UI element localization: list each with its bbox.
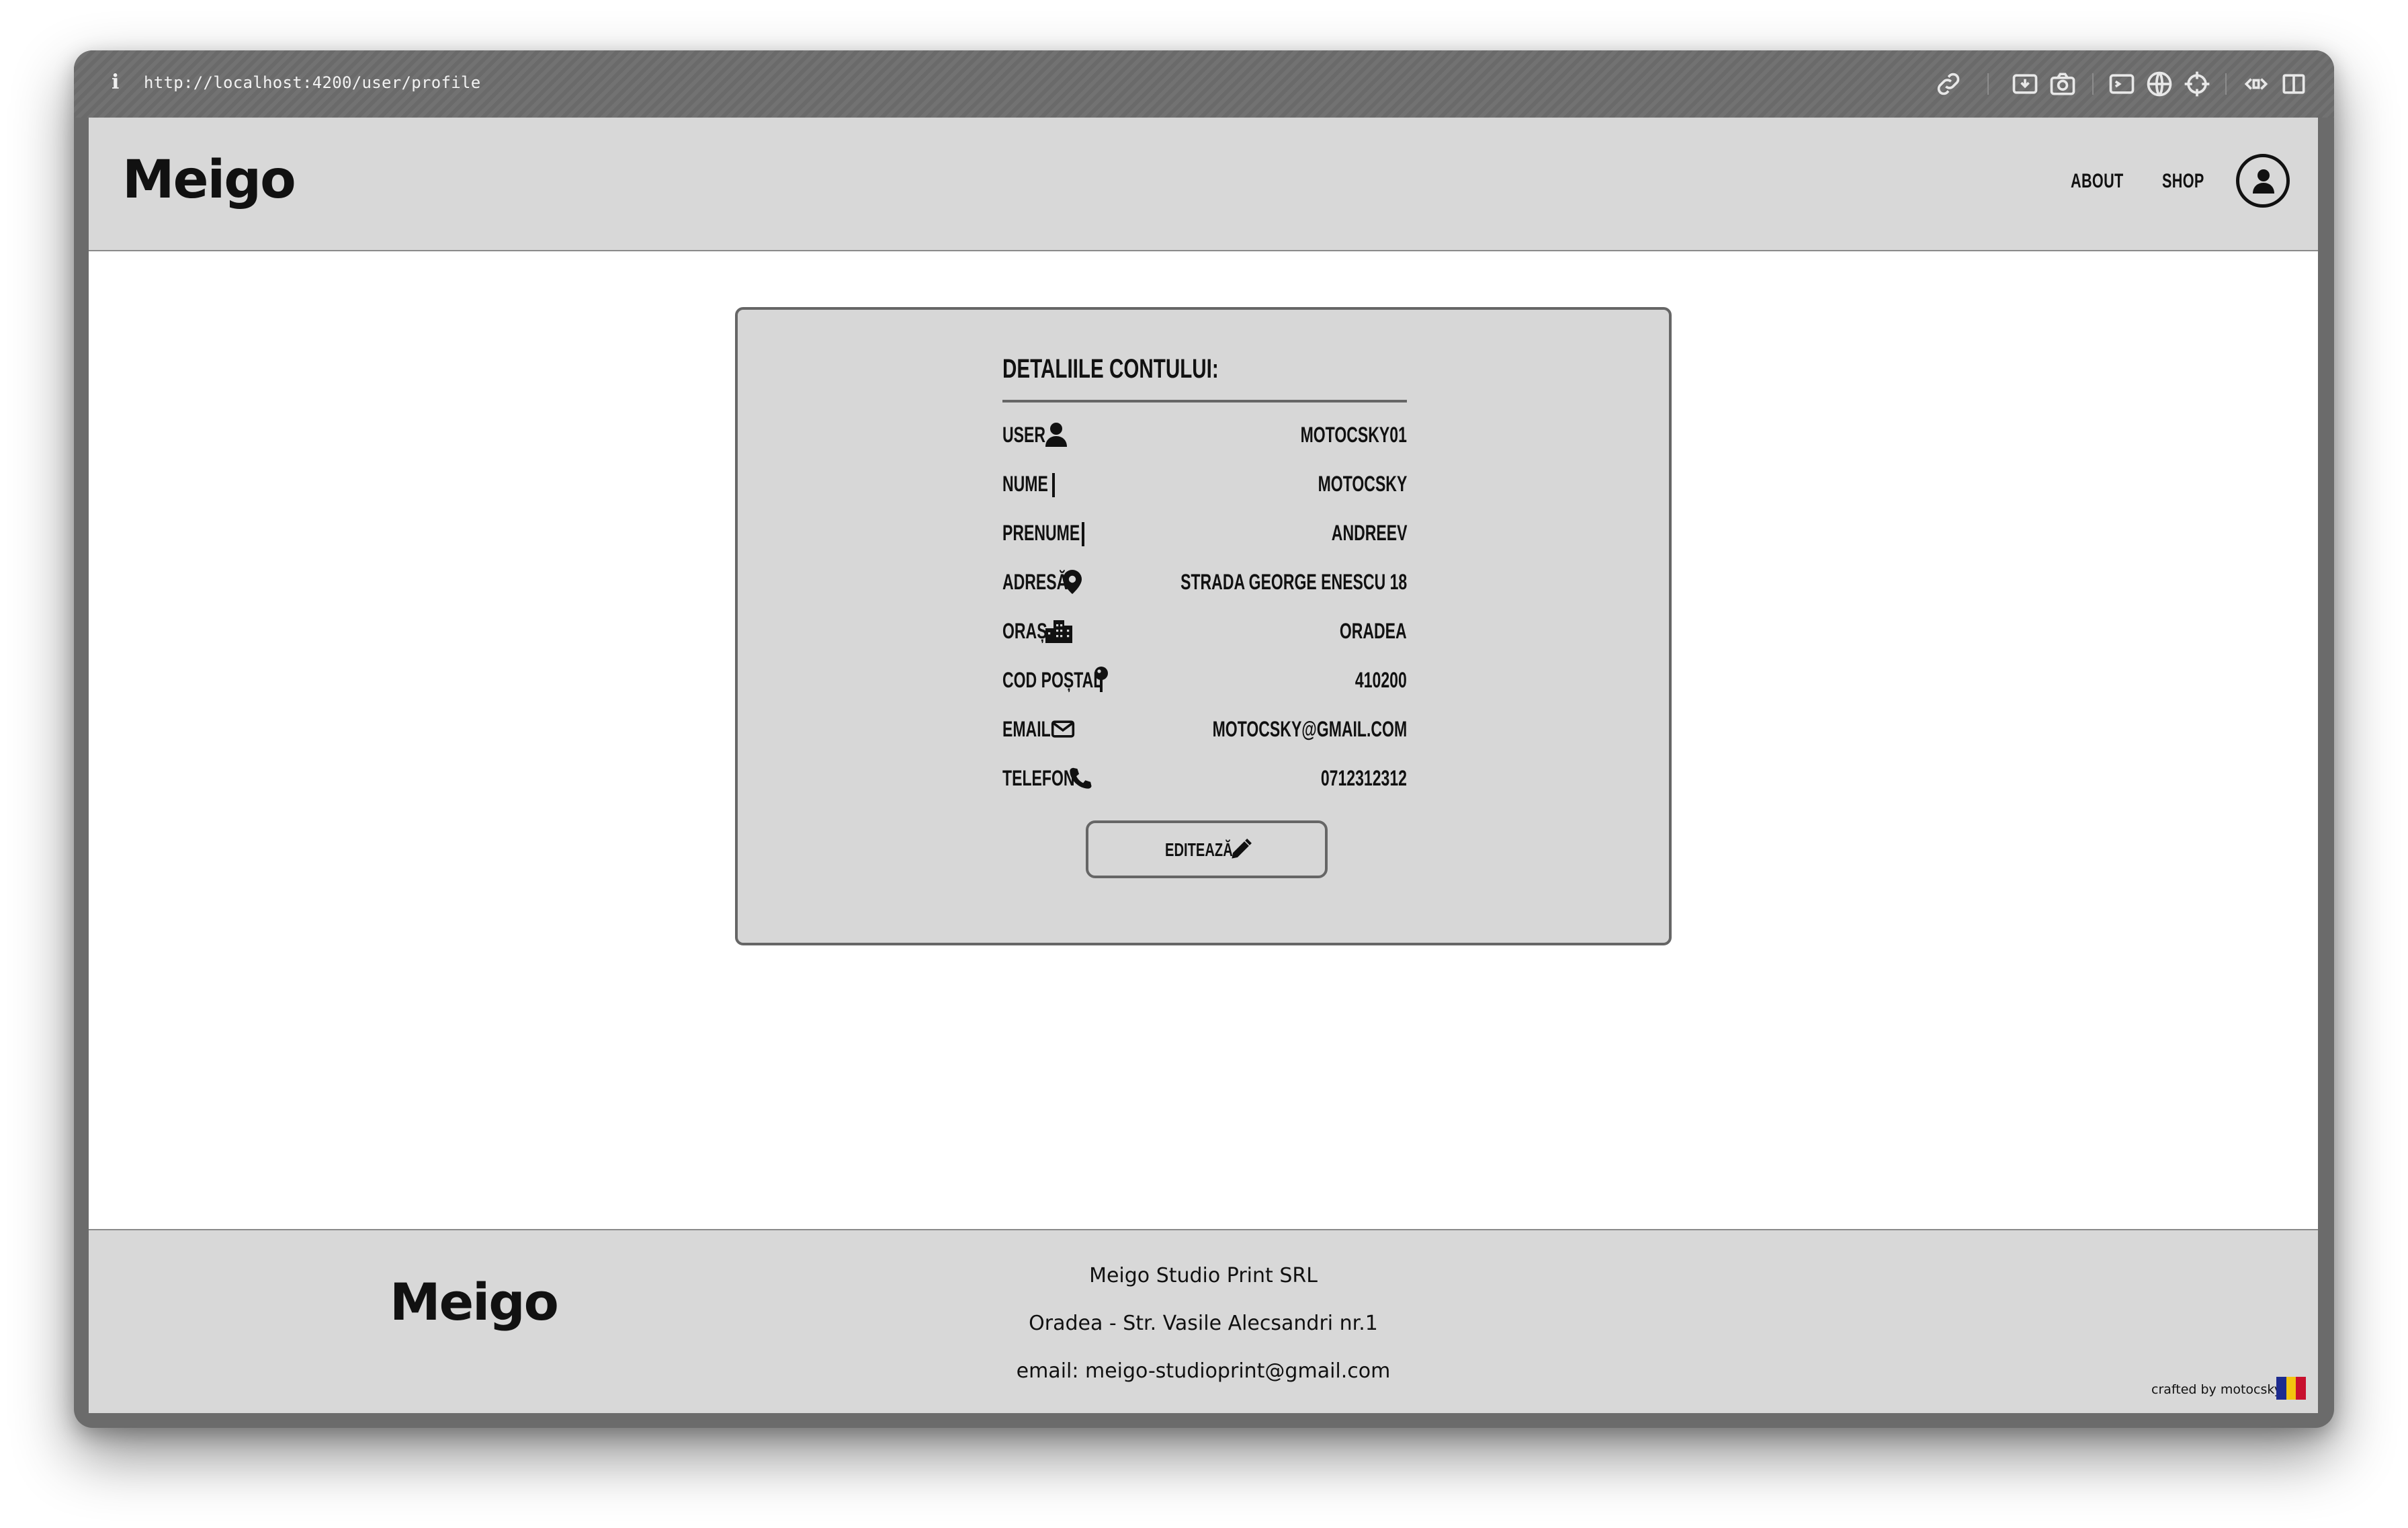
toolbar-separator [2092, 73, 2094, 95]
edit-button-label: EDITEAZĂ [1165, 839, 1233, 860]
detail-label: TELEFON [1002, 766, 1075, 790]
screenshot-save-icon[interactable] [2010, 69, 2040, 99]
site-header: Meigo ABOUT SHOP [89, 118, 2318, 251]
toolbar-separator [1987, 73, 1989, 95]
detail-value: STRADA GEORGE ENESCU 18 [1180, 570, 1407, 594]
title-divider [1002, 400, 1407, 402]
terminal-icon[interactable] [2107, 69, 2137, 99]
city-icon [1044, 618, 1074, 644]
flag-stripe-yellow [2286, 1377, 2296, 1400]
site-info-icon[interactable]: i [112, 71, 119, 94]
detail-value: 0712312312 [1320, 766, 1407, 790]
detail-value: MOTOCSKY [1318, 472, 1407, 496]
account-details-card: DETALIILE CONTULUI: USER MOTOCSKY01 NUME… [735, 307, 1672, 945]
bar-divider [1082, 522, 1084, 546]
page-viewport: Meigo ABOUT SHOP DETALIILE CONTULUI: USE… [89, 118, 2318, 1413]
account-button[interactable] [2236, 154, 2290, 208]
detail-label: EMAIL [1002, 717, 1051, 741]
detail-row-email: EMAIL MOTOCSKY@GMAIL.COM [1002, 712, 1407, 749]
pencil-icon [1232, 839, 1252, 859]
edit-profile-button[interactable]: EDITEAZĂ [1086, 820, 1328, 878]
crosshair-icon[interactable] [2182, 69, 2212, 99]
globe-icon[interactable] [2145, 69, 2174, 99]
link-icon[interactable] [1934, 69, 1963, 99]
detail-value: ANDREEV [1331, 521, 1407, 545]
romania-flag-icon [2276, 1377, 2307, 1400]
address-bar[interactable]: http://localhost:4200/user/profile [144, 73, 480, 92]
detail-label: NUME [1002, 472, 1048, 496]
detail-label: USER [1002, 423, 1046, 447]
envelope-icon [1051, 716, 1075, 742]
detail-row-user: USER MOTOCSKY01 [1002, 417, 1407, 455]
nav-about[interactable]: ABOUT [2071, 170, 2124, 193]
detail-label: PRENUME [1002, 521, 1080, 545]
detail-row-oras: ORAȘ ORADEA [1002, 613, 1407, 651]
detail-row-adresa: ADRESĂ STRADA GEORGE ENESCU 18 [1002, 564, 1407, 602]
toolbar-separator [2225, 73, 2227, 95]
site-footer: Meigo Meigo Studio Print SRL Oradea - St… [89, 1229, 2318, 1413]
detail-value: 410200 [1355, 668, 1407, 692]
extensions-icon[interactable] [2241, 69, 2271, 99]
detail-row-telefon: TELEFON 0712312312 [1002, 761, 1407, 798]
detail-value: MOTOCSKY01 [1300, 423, 1407, 447]
detail-label: ORAȘ [1002, 619, 1047, 643]
card-title: DETALIILE CONTULUI: [1002, 354, 1219, 384]
site-logo[interactable]: Meigo [122, 150, 296, 210]
map-pin-icon [1092, 667, 1110, 693]
detail-label: ADRESĂ [1002, 570, 1068, 594]
nav-shop[interactable]: SHOP [2162, 170, 2204, 193]
footer-email: email: meigo-studioprint@gmail.com [1016, 1359, 1391, 1383]
user-circle-icon [2253, 169, 2274, 194]
detail-row-cod-postal: COD POȘTAL 410200 [1002, 663, 1407, 700]
detail-value: MOTOCSKY@GMAIL.COM [1212, 717, 1407, 741]
detail-label: COD POȘTAL [1002, 668, 1103, 692]
sidebar-icon[interactable] [2279, 69, 2309, 99]
user-icon [1044, 421, 1068, 448]
detail-row-prenume: PRENUME ANDREEV [1002, 515, 1407, 553]
detail-value: ORADEA [1340, 619, 1407, 643]
crafted-by-text: crafted by motocsky [2151, 1382, 2282, 1397]
detail-row-nume: NUME MOTOCSKY [1002, 466, 1407, 504]
phone-icon [1068, 765, 1092, 792]
footer-company: Meigo Studio Print SRL [1089, 1264, 1318, 1287]
flag-stripe-blue [2276, 1377, 2286, 1400]
bar-divider [1052, 473, 1055, 497]
flag-stripe-red [2296, 1377, 2307, 1400]
browser-toolbar: i http://localhost:4200/user/profile [74, 50, 2334, 118]
footer-address: Oradea - Str. Vasile Alecsandri nr.1 [1029, 1312, 1378, 1335]
camera-icon[interactable] [2048, 69, 2077, 99]
location-pin-icon [1060, 568, 1084, 595]
browser-window: i http://localhost:4200/user/profile Mei… [74, 50, 2334, 1428]
